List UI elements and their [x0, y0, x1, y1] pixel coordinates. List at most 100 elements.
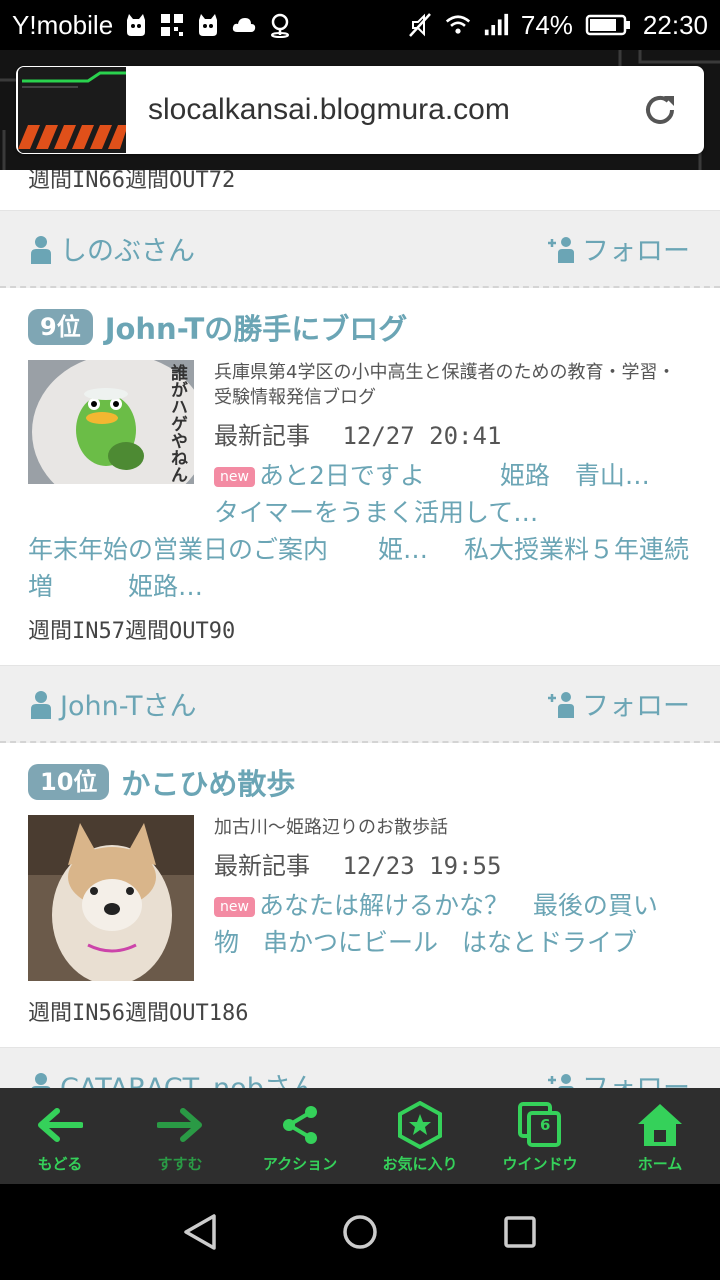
favorite-button[interactable]: お気に入り	[365, 1099, 475, 1174]
tab-thumbnail[interactable]	[18, 67, 126, 153]
clock: 22:30	[642, 9, 708, 40]
weekly-stats: 週間IN56週間OUT186	[28, 1001, 249, 1026]
article-link[interactable]: 串かつにビール	[263, 928, 438, 957]
follow-button[interactable]: フォロー	[548, 684, 690, 723]
entry-header: 10位 かこひめ散歩	[28, 761, 692, 803]
status-bar: Y!mobile 74% 22:30	[0, 0, 720, 50]
forward-label: すすむ	[157, 1154, 203, 1173]
blog-title[interactable]: かこひめ散歩	[121, 761, 295, 803]
user-name[interactable]: John-Tさん	[60, 684, 196, 723]
user-icon	[31, 1072, 51, 1088]
cloud-icon	[231, 12, 257, 38]
add-user-icon	[548, 1073, 574, 1088]
nav-back-icon[interactable]	[170, 1202, 230, 1262]
weekly-stats: 週間IN57週間OUT90	[28, 619, 236, 644]
arrow-left-icon	[34, 1099, 86, 1151]
user-bar: しのぶさん フォロー	[0, 210, 720, 288]
article-links: new あなたは解けるかな？ 最後の買い物 串かつにビール はなとドライブ	[214, 887, 692, 961]
window-count: 6	[540, 1115, 551, 1134]
latest-post: 最新記事 12/27 20:41	[214, 416, 692, 451]
battery-icon	[585, 12, 631, 38]
article-link[interactable]: 年末年始の営業日のご案内 姫…	[28, 535, 428, 564]
latest-post: 最新記事 12/23 19:55	[214, 846, 692, 881]
user-icon	[31, 690, 51, 719]
nav-home-icon[interactable]	[330, 1202, 390, 1262]
follow-label[interactable]: フォロー	[582, 229, 690, 268]
user-link[interactable]: しのぶさん	[30, 229, 195, 268]
browser-toolbar: もどる すすむ アクション お気に入り 6 ウインドウ ホーム	[0, 1088, 720, 1184]
address-bar[interactable]: slocalkansai.blogmura.com	[16, 66, 704, 154]
arrow-right-icon	[154, 1099, 206, 1151]
follow-label[interactable]: フォロー	[582, 684, 690, 723]
windows-icon: 6	[514, 1099, 566, 1151]
entry-info: 兵庫県第4学区の小中高生と保護者のための教育・学習・受験情報発信ブログ 最新記事…	[214, 360, 692, 531]
entry-info: 加古川～姫路辺りのお散歩話 最新記事 12/23 19:55 new あなたは解け…	[214, 815, 692, 981]
weekly-stats: 週間IN66週間OUT72	[28, 170, 236, 193]
user-icon	[31, 235, 51, 264]
user-name[interactable]: CATARACT. nobさん	[60, 1066, 318, 1088]
partial-entry: 週間IN66週間OUT72	[0, 170, 720, 210]
new-badge: new	[214, 467, 255, 487]
screen: Y!mobile 74% 22:30 slocalkansai.blogmura…	[0, 0, 720, 1280]
entry-body: 誰がハゲやねん 兵庫県第4学区の小中高生と保護者のための教育・学習・受験情報発信…	[28, 360, 692, 531]
signal-icon	[483, 12, 509, 38]
latest-date: 12/23 19:55	[342, 852, 502, 880]
entry-body: 加古川～姫路辺りのお散歩話 最新記事 12/23 19:55 new あなたは解け…	[28, 815, 692, 981]
status-right: 74% 22:30	[407, 10, 708, 41]
rank-badge: 10位	[28, 764, 110, 800]
add-user-icon	[548, 691, 574, 718]
blog-thumbnail[interactable]: 誰がハゲやねん	[28, 360, 194, 484]
user-name[interactable]: しのぶさん	[60, 229, 195, 268]
article-links-top: new あと2日ですよ 姫路 青山… タイマーをうまく活用して…	[214, 457, 692, 531]
article-link[interactable]: タイマーをうまく活用して…	[214, 498, 538, 527]
ranking-entry: 10位 かこひめ散歩 加古川～姫路辺りのお散歩話 最新記事 12/23 19:5…	[0, 743, 720, 1047]
article-links-bottom: 年末年始の営業日のご案内 姫… 私大授業料５年連続増 姫路…	[28, 531, 692, 605]
home-label: ホーム	[637, 1154, 683, 1173]
share-icon	[274, 1099, 326, 1151]
follow-button[interactable]: フォロー	[548, 229, 690, 268]
article-link[interactable]: あと2日ですよ 姫路 青山…	[259, 461, 650, 490]
mute-icon	[407, 12, 433, 38]
cat-icon	[195, 12, 221, 38]
rank-badge: 9位	[28, 309, 93, 345]
article-link[interactable]: あなたは解けるかな？	[259, 891, 509, 920]
new-badge: new	[214, 897, 255, 917]
user-link[interactable]: John-Tさん	[30, 684, 196, 723]
window-label: ウインドウ	[502, 1154, 578, 1173]
latest-label: 最新記事	[214, 422, 310, 450]
window-button[interactable]: 6 ウインドウ	[485, 1099, 595, 1174]
user-link[interactable]: CATARACT. nobさん	[30, 1066, 318, 1088]
carrier-name: Y!mobile	[12, 9, 114, 40]
blog-description: 加古川～姫路辺りのお散歩話	[214, 817, 448, 838]
blog-description: 兵庫県第4学区の小中高生と保護者のための教育・学習・受験情報発信ブログ	[214, 362, 676, 408]
url-text[interactable]: slocalkansai.blogmura.com	[148, 93, 638, 127]
battery-percentage: 74%	[520, 9, 573, 40]
user-bar: John-Tさん フォロー	[0, 665, 720, 743]
follow-label[interactable]: フォロー	[582, 1066, 690, 1088]
follow-button[interactable]: フォロー	[548, 1066, 690, 1088]
back-button[interactable]: もどる	[5, 1099, 115, 1174]
thumbnail-text: 誰がハゲやねん	[167, 364, 187, 483]
location-icon	[267, 12, 293, 38]
latest-label: 最新記事	[214, 852, 310, 880]
user-bar: CATARACT. nobさん フォロー	[0, 1047, 720, 1088]
nav-recents-icon[interactable]	[490, 1202, 550, 1262]
qr-icon	[159, 12, 185, 38]
add-user-icon	[548, 236, 574, 263]
home-icon	[634, 1099, 686, 1151]
ranking-list: 週間IN66週間OUT72 しのぶさん フォロー 9位 John-Tの勝手にブロ…	[0, 170, 720, 1088]
back-label: もどる	[37, 1154, 83, 1173]
article-link[interactable]: はなとドライブ	[462, 928, 637, 957]
blog-thumbnail[interactable]	[28, 815, 194, 981]
system-nav-bar	[0, 1184, 720, 1280]
home-button[interactable]: ホーム	[605, 1099, 715, 1174]
ranking-entry: 9位 John-Tの勝手にブログ 誰がハゲやねん 兵庫県第4学区の小中高生と保護…	[0, 288, 720, 665]
blog-title[interactable]: John-Tの勝手にブログ	[105, 306, 408, 348]
forward-button[interactable]: すすむ	[125, 1099, 235, 1174]
action-button[interactable]: アクション	[245, 1099, 355, 1174]
reload-icon[interactable]	[638, 88, 682, 132]
notification-icons	[123, 12, 293, 38]
latest-date: 12/27 20:41	[342, 422, 502, 450]
wifi-icon	[445, 12, 471, 38]
cat-icon	[123, 12, 149, 38]
